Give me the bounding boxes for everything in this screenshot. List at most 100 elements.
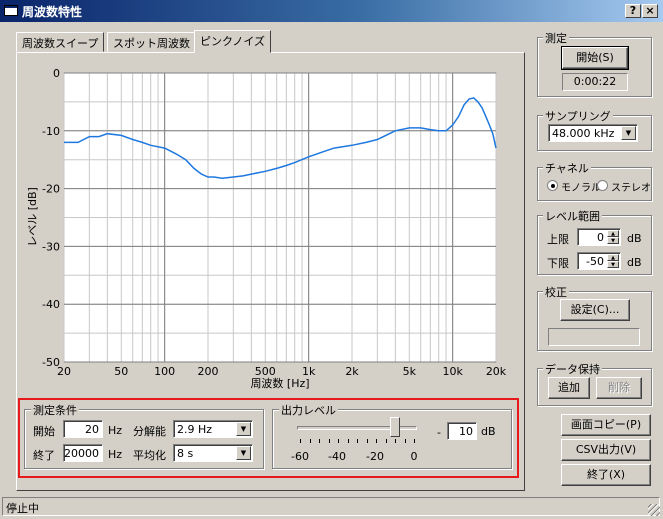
averaging-value: 8 s bbox=[177, 447, 194, 460]
slider-scale-label: 0 bbox=[410, 450, 418, 463]
channel-group-label: チャネル bbox=[543, 160, 591, 176]
x-tick-label: 50 bbox=[114, 365, 128, 378]
mono-radio[interactable] bbox=[547, 180, 558, 191]
close-button[interactable]: × bbox=[642, 4, 658, 18]
output-unit: dB bbox=[481, 425, 496, 438]
resize-grip-icon[interactable] bbox=[648, 504, 660, 516]
chevron-down-icon[interactable]: ▼ bbox=[236, 446, 251, 460]
window-title: 周波数特性 bbox=[22, 5, 83, 19]
slider-tick bbox=[319, 439, 320, 443]
stereo-label[interactable]: ステレオ bbox=[611, 179, 651, 194]
start-measure-button[interactable]: 開始(S) bbox=[561, 46, 629, 70]
mono-label[interactable]: モノラル bbox=[561, 179, 601, 194]
data-keep-group-label: データ保持 bbox=[543, 361, 602, 377]
delete-data-button[interactable]: 削除 bbox=[596, 377, 642, 399]
calibration-settings-button[interactable]: 設定(C)... bbox=[560, 299, 630, 321]
slider-tick bbox=[328, 439, 330, 443]
slider-tick bbox=[300, 439, 301, 443]
csv-output-button[interactable]: CSV出力(V) bbox=[561, 439, 651, 461]
x-tick-label: 10k bbox=[442, 365, 463, 378]
y-axis-label: レベル [dB] bbox=[26, 187, 39, 247]
upper-limit-field[interactable]: 0 ▲ ▼ bbox=[577, 228, 621, 246]
upper-limit-label: 上限 bbox=[547, 233, 569, 246]
exit-button[interactable]: 終了(X) bbox=[561, 464, 651, 486]
elapsed-time: 0:00:22 bbox=[562, 73, 628, 91]
screen-copy-button[interactable]: 画面コピー(P) bbox=[561, 414, 651, 436]
add-data-button[interactable]: 追加 bbox=[548, 377, 590, 399]
status-bar: 停止中 bbox=[2, 497, 660, 516]
help-button[interactable]: ? bbox=[625, 4, 641, 18]
y-tick-label: -50 bbox=[42, 356, 60, 369]
slider-tick bbox=[395, 439, 396, 443]
slider-tick bbox=[338, 439, 339, 443]
spin-up-icon[interactable]: ▲ bbox=[607, 230, 619, 237]
chevron-down-icon[interactable]: ▼ bbox=[236, 422, 251, 436]
slider-tick bbox=[366, 439, 368, 443]
level-range-group-label: レベル範囲 bbox=[543, 208, 602, 224]
resolution-select[interactable]: 2.9 Hz ▼ bbox=[173, 420, 253, 438]
output-minus-sign: - bbox=[437, 426, 441, 439]
spin-down-icon[interactable]: ▼ bbox=[607, 261, 619, 268]
y-tick-label: -30 bbox=[42, 240, 60, 253]
spin-up-icon[interactable]: ▲ bbox=[607, 254, 619, 261]
slider-tick bbox=[357, 439, 358, 443]
slider-scale-label: -40 bbox=[328, 450, 346, 463]
tab-spot-frequency[interactable]: スポット周波数 bbox=[107, 32, 196, 52]
end-frequency-field[interactable]: 20000 bbox=[63, 444, 103, 462]
tab-pink-noise[interactable]: ピンクノイズ bbox=[194, 30, 272, 53]
resolution-label: 分解能 bbox=[133, 425, 166, 438]
stereo-radio[interactable] bbox=[597, 180, 608, 191]
upper-limit-unit: dB bbox=[627, 232, 642, 245]
slider-scale-label: -20 bbox=[366, 450, 384, 463]
upper-limit-value: 0 bbox=[597, 231, 604, 244]
lower-limit-unit: dB bbox=[627, 256, 642, 269]
end-label: 終了 bbox=[33, 449, 55, 462]
output-level-group-label: 出力レベル bbox=[279, 402, 338, 418]
title-bar[interactable]: 周波数特性 ? × bbox=[0, 0, 663, 22]
x-tick-label: 5k bbox=[403, 365, 417, 378]
y-tick-label: -20 bbox=[42, 183, 60, 196]
y-tick-label: -40 bbox=[42, 298, 60, 311]
start-frequency-field[interactable]: 20 bbox=[63, 420, 103, 438]
x-tick-label: 200 bbox=[198, 365, 219, 378]
slider-tick bbox=[414, 439, 415, 443]
conditions-group-label: 測定条件 bbox=[31, 402, 79, 418]
lower-limit-spinner[interactable]: ▲ ▼ bbox=[607, 254, 619, 268]
slider-tick bbox=[347, 439, 349, 443]
slider-tick bbox=[404, 439, 406, 443]
y-tick-label: -10 bbox=[42, 125, 60, 138]
slider-scale-label: -60 bbox=[291, 450, 309, 463]
averaging-select[interactable]: 8 s ▼ bbox=[173, 444, 253, 462]
slider-tick bbox=[309, 439, 311, 443]
measure-group-label: 測定 bbox=[543, 30, 569, 46]
start-label: 開始 bbox=[33, 425, 55, 438]
x-axis-label: 周波数 [Hz] bbox=[250, 377, 309, 390]
output-level-field[interactable]: 10 bbox=[447, 422, 477, 440]
lower-limit-value: -50 bbox=[586, 255, 604, 268]
x-tick-label: 20k bbox=[486, 365, 507, 378]
x-tick-label: 100 bbox=[154, 365, 175, 378]
output-slider-thumb[interactable] bbox=[390, 417, 400, 437]
calibration-group-label: 校正 bbox=[543, 284, 569, 300]
y-tick-labels: 0 -10 -20 -30 -40 -50 bbox=[42, 67, 60, 369]
y-tick-label: 0 bbox=[53, 67, 60, 80]
slider-tick bbox=[385, 439, 387, 443]
lower-limit-label: 下限 bbox=[547, 257, 569, 270]
spin-down-icon[interactable]: ▼ bbox=[607, 237, 619, 244]
tab-frequency-sweep[interactable]: 周波数スイープ bbox=[16, 32, 105, 52]
frequency-response-chart: 20 50 100 200 500 1k 2k 5k 10k 20k 0-10-20-30-40-… bbox=[26, 67, 507, 390]
x-tick-label: 2k bbox=[345, 365, 359, 378]
sampling-rate-value: 48.000 kHz bbox=[552, 127, 615, 140]
chevron-down-icon[interactable]: ▼ bbox=[621, 126, 636, 140]
resolution-value: 2.9 Hz bbox=[177, 423, 213, 436]
upper-limit-spinner[interactable]: ▲ ▼ bbox=[607, 230, 619, 244]
status-text: 停止中 bbox=[6, 502, 39, 515]
sampling-rate-select[interactable]: 48.000 kHz ▼ bbox=[548, 124, 638, 142]
sampling-group-label: サンプリング bbox=[543, 108, 613, 124]
averaging-label: 平均化 bbox=[133, 449, 166, 462]
lower-limit-field[interactable]: -50 ▲ ▼ bbox=[577, 252, 621, 270]
window-icon bbox=[4, 5, 18, 16]
calibration-value bbox=[548, 328, 640, 346]
slider-tick bbox=[376, 439, 377, 443]
end-unit: Hz bbox=[108, 448, 123, 461]
